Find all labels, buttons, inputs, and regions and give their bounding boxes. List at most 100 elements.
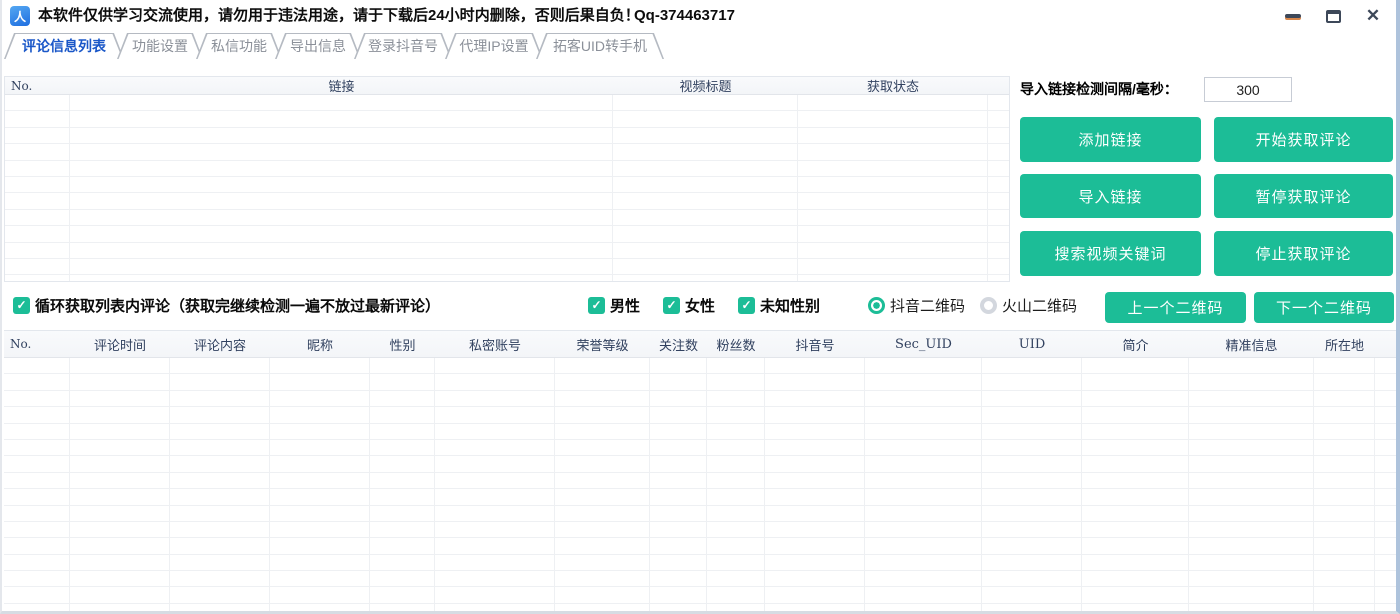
table-row bbox=[5, 210, 1009, 226]
tab-uid-to-phone[interactable]: 拓客UID转手机 bbox=[536, 33, 664, 59]
checkbox-checked-icon: ✓ bbox=[663, 297, 680, 314]
table-cell bbox=[1375, 506, 1396, 521]
table-cell bbox=[765, 456, 865, 471]
tab-label: 导出信息 bbox=[275, 33, 361, 59]
table-row bbox=[4, 506, 1396, 522]
table-cell bbox=[370, 538, 435, 553]
tab-comment-info-list[interactable]: 评论信息列表 bbox=[4, 33, 124, 59]
table-cell bbox=[4, 407, 70, 422]
table-row bbox=[4, 522, 1396, 538]
checkbox-checked-icon: ✓ bbox=[13, 297, 30, 314]
table-cell bbox=[4, 473, 70, 488]
tab-proxy-ip-settings[interactable]: 代理IP设置 bbox=[445, 33, 543, 59]
table-cell bbox=[765, 538, 865, 553]
table-row bbox=[4, 489, 1396, 505]
table-cell bbox=[865, 424, 982, 439]
table-cell bbox=[170, 424, 270, 439]
column-header: 粉丝数 bbox=[707, 331, 765, 357]
table-cell bbox=[70, 522, 170, 537]
pause-fetch-comments-button[interactable]: 暂停获取评论 bbox=[1214, 174, 1393, 218]
unknown-gender-checkbox[interactable]: ✓未知性别 bbox=[738, 294, 820, 316]
table-cell bbox=[370, 555, 435, 570]
table-cell bbox=[765, 571, 865, 586]
add-link-button[interactable]: 添加链接 bbox=[1020, 117, 1201, 162]
table-cell bbox=[765, 407, 865, 422]
maximize-button[interactable] bbox=[1324, 7, 1342, 25]
tab-export-info[interactable]: 导出信息 bbox=[275, 33, 361, 59]
radio-unselected-icon bbox=[980, 297, 997, 314]
table-cell bbox=[1082, 424, 1189, 439]
table-row bbox=[4, 604, 1396, 611]
table-cell bbox=[270, 473, 370, 488]
option-label: 女性 bbox=[685, 295, 715, 316]
table-cell bbox=[70, 604, 170, 611]
table-cell bbox=[70, 177, 613, 192]
table-row bbox=[5, 128, 1009, 144]
table-cell bbox=[5, 128, 70, 143]
table-cell bbox=[270, 358, 370, 373]
prev-qr-button[interactable]: 上一个二维码 bbox=[1105, 292, 1246, 323]
close-button[interactable]: ✕ bbox=[1364, 7, 1382, 25]
table-cell bbox=[1082, 538, 1189, 553]
table-cell bbox=[70, 358, 170, 373]
table-cell bbox=[1314, 587, 1375, 602]
table-cell bbox=[798, 275, 988, 282]
table-cell bbox=[988, 193, 1009, 208]
table-cell bbox=[435, 587, 555, 602]
table-cell bbox=[982, 506, 1082, 521]
table-cell bbox=[982, 604, 1082, 611]
table-cell bbox=[707, 571, 765, 586]
table-cell bbox=[555, 604, 650, 611]
table-cell bbox=[435, 424, 555, 439]
huoshan-qr-radio[interactable]: 火山二维码 bbox=[980, 294, 1077, 316]
table-cell bbox=[435, 604, 555, 611]
stop-fetch-comments-button[interactable]: 停止获取评论 bbox=[1214, 231, 1393, 276]
search-video-keywords-button[interactable]: 搜索视频关键词 bbox=[1020, 231, 1201, 276]
table-cell bbox=[650, 391, 707, 406]
table-cell bbox=[370, 473, 435, 488]
table-row bbox=[4, 587, 1396, 603]
tab-private-message[interactable]: 私信功能 bbox=[196, 33, 282, 59]
table-cell bbox=[982, 407, 1082, 422]
table-cell bbox=[1375, 587, 1396, 602]
table-cell bbox=[707, 424, 765, 439]
table-cell bbox=[1082, 374, 1189, 389]
table-cell bbox=[1189, 440, 1314, 455]
next-qr-button[interactable]: 下一个二维码 bbox=[1254, 292, 1394, 323]
male-checkbox[interactable]: ✓男性 bbox=[588, 294, 640, 316]
import-links-button[interactable]: 导入链接 bbox=[1020, 174, 1201, 218]
table-cell bbox=[650, 358, 707, 373]
table-cell bbox=[1082, 489, 1189, 504]
column-header: 视频标题 bbox=[613, 77, 798, 94]
table-cell bbox=[865, 489, 982, 504]
minimize-button[interactable] bbox=[1284, 7, 1302, 25]
table-cell bbox=[988, 226, 1009, 241]
table-cell bbox=[765, 506, 865, 521]
table-cell bbox=[370, 407, 435, 422]
app-window: 人 本软件仅供学习交流使用，请勿用于违法用途，请于下载后24小时内删除，否则后果… bbox=[0, 0, 1400, 614]
table-cell bbox=[1375, 538, 1396, 553]
table-cell bbox=[1189, 489, 1314, 504]
table-cell bbox=[70, 506, 170, 521]
douyin-qr-radio[interactable]: 抖音二维码 bbox=[868, 294, 965, 316]
interval-input[interactable] bbox=[1204, 77, 1292, 102]
table-cell bbox=[765, 489, 865, 504]
tab-login-douyin-account[interactable]: 登录抖音号 bbox=[354, 33, 452, 59]
table-cell bbox=[1314, 456, 1375, 471]
table-cell bbox=[70, 111, 613, 126]
female-checkbox[interactable]: ✓ 女性 bbox=[663, 294, 715, 316]
table-cell bbox=[613, 161, 798, 176]
column-header: 昵称 bbox=[270, 331, 370, 357]
close-icon: ✕ bbox=[1366, 7, 1380, 25]
start-fetch-comments-button[interactable]: 开始获取评论 bbox=[1214, 117, 1393, 162]
table-cell bbox=[555, 358, 650, 373]
table-cell bbox=[370, 391, 435, 406]
tab-label: 代理IP设置 bbox=[445, 33, 543, 59]
table-cell bbox=[1082, 571, 1189, 586]
tab-function-settings[interactable]: 功能设置 bbox=[117, 33, 203, 59]
table-cell bbox=[865, 358, 982, 373]
loop-fetch-comments-checkbox[interactable]: ✓循环获取列表内评论（获取完继续检测一遍不放过最新评论） bbox=[13, 294, 440, 316]
table-cell bbox=[1375, 555, 1396, 570]
table-cell bbox=[1189, 555, 1314, 570]
table-cell bbox=[1314, 358, 1375, 373]
